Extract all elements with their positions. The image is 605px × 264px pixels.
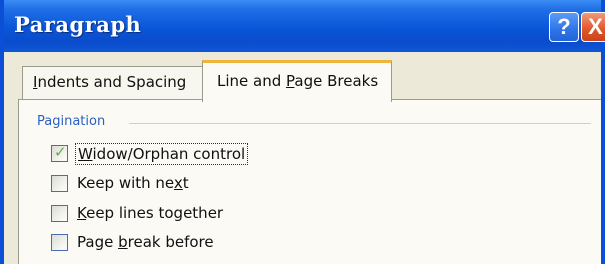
tab-panel: Pagination ✓ Widow/Orphan control Keep w… (18, 99, 601, 264)
label-mnemonic: W (78, 145, 93, 163)
tab-label-part: Line and (217, 72, 287, 90)
group-divider (129, 123, 591, 124)
tab-indents-and-spacing[interactable]: Indents and Spacing (22, 66, 204, 100)
checkbox-box[interactable] (51, 175, 68, 192)
label-part: Page (77, 233, 119, 251)
checkbox-label[interactable]: Widow/Orphan control (75, 143, 249, 165)
tab-line-and-page-breaks[interactable]: Line and Page Breaks (202, 60, 392, 102)
checkbox-label[interactable]: Page break before (75, 232, 216, 252)
paragraph-dialog: Paragraph ? X Indents and Spacing Line a… (0, 0, 605, 264)
label-part: Keep with ne (77, 174, 174, 192)
label-mnemonic: b (118, 233, 128, 251)
label-mnemonic: K (77, 204, 87, 222)
label-part: eep lines together (86, 204, 224, 222)
pagination-group-label: Pagination (37, 114, 106, 129)
close-button[interactable]: X (581, 12, 605, 42)
label-part: t (182, 174, 189, 192)
label-mnemonic: x (173, 174, 183, 192)
dialog-title: Paragraph (14, 12, 142, 37)
checkbox-label[interactable]: Keep lines together (75, 203, 225, 223)
tab-label-part: ndents and Spacing (37, 73, 187, 91)
checkbox-label[interactable]: Keep with next (75, 173, 191, 193)
checkbox-box[interactable]: ✓ (51, 143, 68, 162)
label-part: idow/Orphan control (92, 145, 246, 163)
tab-strip: Indents and Spacing Line and Page Breaks (4, 52, 601, 102)
tab-label-part: age Breaks (294, 72, 379, 90)
help-button[interactable]: ? (549, 12, 579, 42)
checkbox-box[interactable] (51, 234, 68, 251)
checkmark-icon: ✓ (54, 143, 67, 161)
title-bar[interactable]: Paragraph ? X (4, 0, 605, 52)
label-part: reak before (127, 233, 214, 251)
checkbox-box[interactable] (51, 205, 68, 222)
